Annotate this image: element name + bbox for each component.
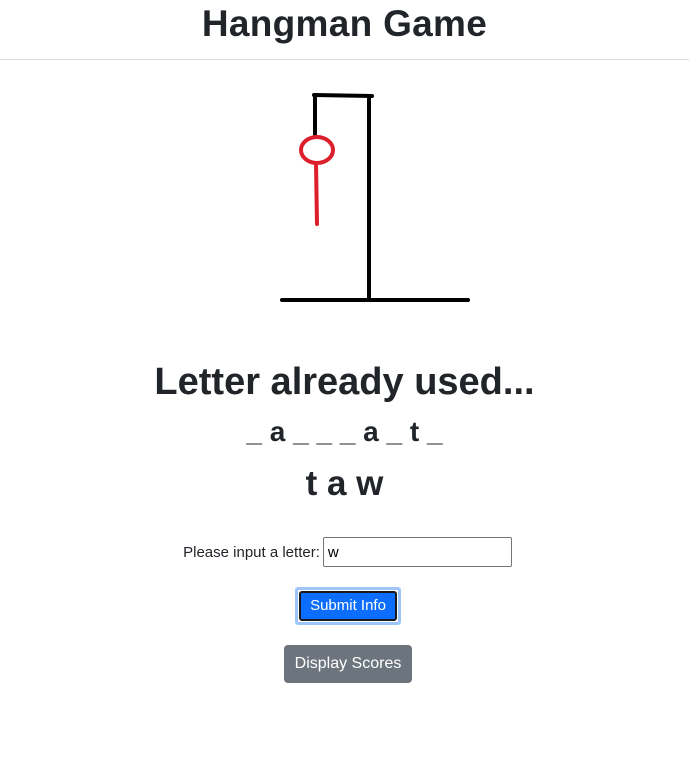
page-header: Hangman Game [0, 0, 689, 60]
letter-input-label: Please input a letter: [183, 543, 320, 561]
gallows-beam [312, 93, 374, 98]
status-message: Letter already used... [154, 361, 535, 403]
display-scores-button[interactable]: Display Scores [284, 645, 412, 683]
masked-word: _ a _ _ _ a _ t _ [246, 416, 443, 447]
hangman-head [299, 135, 335, 165]
guessed-letters: t a w [305, 464, 384, 503]
hangman-drawing [280, 93, 470, 302]
submit-focus-ring: Submit Info [295, 587, 401, 625]
page-title: Hangman Game [201, 3, 488, 44]
hangman-body [314, 161, 319, 226]
submit-button[interactable]: Submit Info [299, 591, 397, 621]
letter-input[interactable] [322, 537, 512, 567]
letter-form: Please input a letter: [0, 537, 689, 567]
